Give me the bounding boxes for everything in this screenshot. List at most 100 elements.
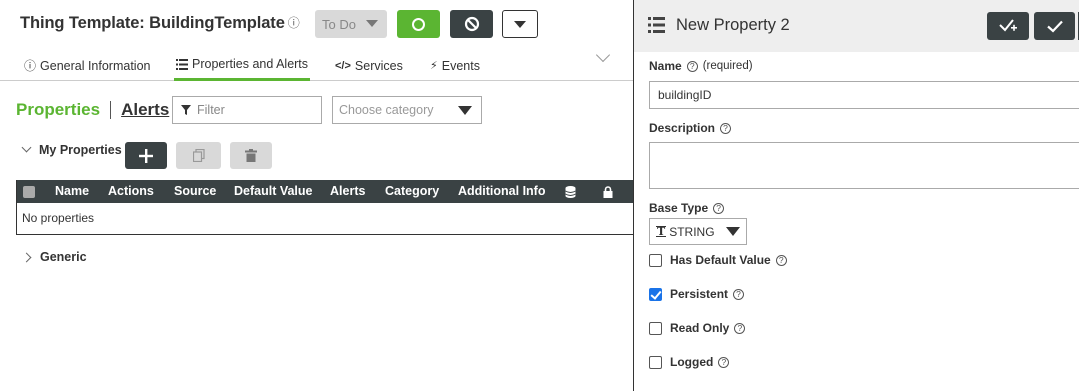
- checkbox-checked[interactable]: [649, 287, 662, 301]
- circle-icon: [412, 17, 425, 31]
- column-header[interactable]: Default Value: [234, 184, 313, 198]
- database-icon: [565, 186, 576, 198]
- base-type-value: STRING: [669, 224, 715, 239]
- tab-services[interactable]: </> Services: [333, 50, 405, 81]
- generic-group[interactable]: Generic: [21, 250, 87, 264]
- checkbox-label: Persistent: [670, 287, 729, 301]
- state-dropdown[interactable]: To Do: [315, 10, 387, 38]
- subnav: Properties Alerts: [16, 100, 169, 120]
- group-label: Generic: [40, 250, 87, 264]
- group-label: My Properties: [39, 143, 122, 157]
- property-panel: New Property 2 Name ? (required) buildin…: [633, 0, 1079, 391]
- column-header[interactable]: Category: [385, 184, 439, 198]
- help-icon[interactable]: ?: [720, 122, 732, 134]
- delete-button[interactable]: [230, 142, 272, 169]
- help-icon[interactable]: ?: [686, 60, 698, 72]
- lock-icon: [603, 186, 613, 198]
- text-type-icon: T: [656, 225, 667, 238]
- add-property-button[interactable]: [125, 142, 167, 169]
- properties-table: Name Actions Source Default Value Alerts…: [16, 180, 633, 235]
- chevron-down-icon: [726, 227, 740, 236]
- table-header: Name Actions Source Default Value Alerts…: [17, 180, 633, 203]
- help-icon[interactable]: ?: [733, 288, 745, 300]
- base-type-label: Base Type ?: [649, 201, 725, 215]
- chevron-down-icon: [21, 142, 32, 152]
- tab-properties-and-alerts[interactable]: Properties and Alerts: [174, 50, 311, 81]
- duplicate-button[interactable]: [176, 142, 221, 169]
- copy-icon: [192, 149, 205, 162]
- properties-link[interactable]: Properties: [16, 100, 100, 120]
- read-only-checkbox[interactable]: Read Only ?: [649, 321, 746, 335]
- checkbox[interactable]: [649, 321, 662, 335]
- tab-label: General Information: [40, 58, 151, 73]
- help-icon[interactable]: ?: [775, 254, 787, 266]
- column-header[interactable]: Additional Info: [458, 184, 545, 198]
- required-indicator: (required): [702, 60, 753, 72]
- more-actions-button[interactable]: [502, 10, 538, 38]
- select-all-checkbox[interactable]: [23, 186, 35, 198]
- name-input[interactable]: buildingID: [649, 81, 1079, 109]
- check-plus-icon: [999, 19, 1017, 32]
- name-label: Name ? (required): [649, 59, 753, 73]
- filter-input[interactable]: Filter: [172, 96, 322, 124]
- name-label-text: Name: [649, 59, 682, 73]
- apply-button[interactable]: [987, 12, 1029, 40]
- checkbox[interactable]: [649, 253, 662, 267]
- column-header[interactable]: Name: [55, 184, 89, 198]
- app-root: Thing Template: BuildingTemplate ⓘ To Do …: [0, 0, 1079, 391]
- tab-general-information[interactable]: ⓘ General Information: [22, 50, 153, 81]
- checkbox-label: Logged: [670, 355, 714, 369]
- page-title-text: Thing Template: BuildingTemplate: [20, 14, 285, 32]
- tab-label: Events: [441, 58, 480, 73]
- trash-icon: [245, 149, 257, 162]
- column-header[interactable]: Actions: [108, 184, 154, 198]
- checkbox-label: Read Only: [670, 321, 730, 335]
- check-icon: [1046, 20, 1063, 33]
- help-icon[interactable]: ⓘ: [288, 16, 300, 30]
- column-header[interactable]: Source: [174, 184, 216, 198]
- description-textarea[interactable]: [649, 142, 1079, 189]
- base-type-label-text: Base Type: [649, 201, 709, 215]
- list-icon: [176, 58, 188, 70]
- column-header[interactable]: Alerts: [330, 184, 365, 198]
- plus-icon: [139, 148, 153, 163]
- category-placeholder: Choose category: [339, 103, 434, 117]
- code-icon: </>: [335, 59, 351, 72]
- panel-title: New Property 2: [676, 16, 790, 34]
- start-button[interactable]: [397, 10, 440, 38]
- category-select[interactable]: Choose category: [332, 96, 482, 124]
- tab-label: Properties and Alerts: [192, 57, 309, 71]
- description-label-text: Description: [649, 121, 716, 135]
- chevron-right-icon: [21, 252, 32, 262]
- logged-checkbox[interactable]: Logged ?: [649, 355, 730, 369]
- done-button[interactable]: [1034, 12, 1075, 40]
- filter-icon: [181, 105, 191, 115]
- persistent-checkbox[interactable]: Persistent ?: [649, 287, 745, 301]
- help-icon[interactable]: ?: [713, 202, 725, 214]
- empty-state-text: No properties: [22, 211, 95, 225]
- checkbox[interactable]: [649, 355, 662, 369]
- lightning-icon: ⚡: [430, 60, 438, 72]
- tab-label: Services: [354, 58, 403, 73]
- chevron-down-icon[interactable]: [595, 47, 611, 63]
- filter-placeholder: Filter: [197, 103, 225, 117]
- chevron-down-icon: [514, 20, 526, 28]
- base-type-select[interactable]: T STRING: [649, 218, 747, 245]
- has-default-value-checkbox[interactable]: Has Default Value ?: [649, 253, 787, 267]
- alerts-link[interactable]: Alerts: [121, 100, 169, 120]
- name-value: buildingID: [658, 88, 712, 102]
- checkbox-label: Has Default Value: [670, 253, 771, 267]
- chevron-down-icon: [366, 20, 378, 27]
- page-title: Thing Template: BuildingTemplate ⓘ: [20, 14, 300, 33]
- template-editor: Thing Template: BuildingTemplate ⓘ To Do …: [0, 0, 633, 391]
- help-icon[interactable]: ?: [734, 322, 746, 334]
- tab-events[interactable]: ⚡ Events: [428, 50, 482, 81]
- divider: [110, 101, 112, 119]
- info-icon: ⓘ: [24, 59, 37, 73]
- state-label: To Do: [322, 16, 356, 32]
- help-icon[interactable]: ?: [718, 356, 730, 368]
- cancel-button[interactable]: [450, 10, 493, 38]
- prohibit-icon: [464, 16, 479, 32]
- my-properties-group[interactable]: My Properties: [21, 142, 122, 157]
- list-icon: [648, 17, 665, 33]
